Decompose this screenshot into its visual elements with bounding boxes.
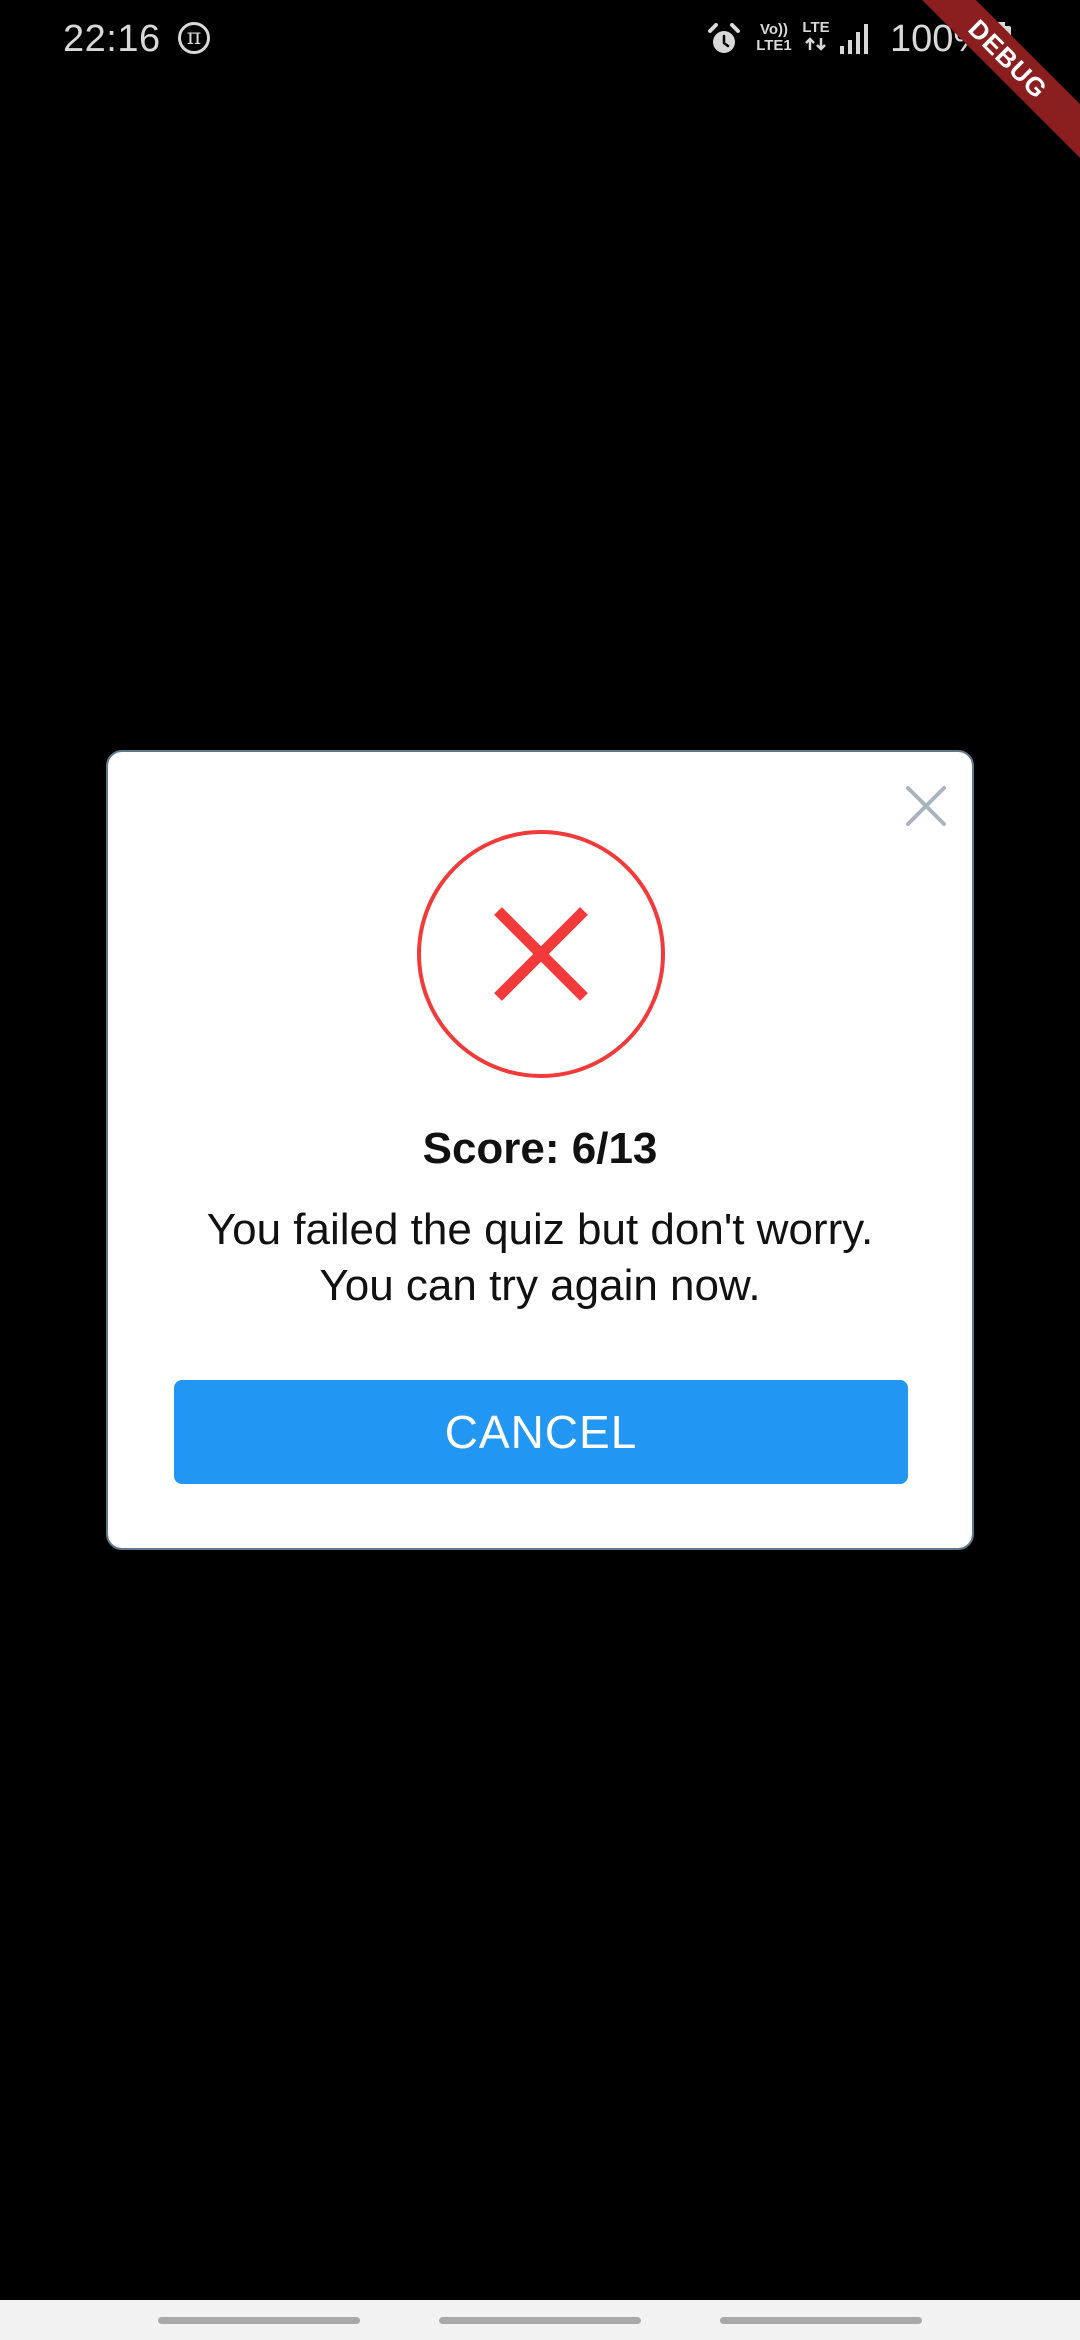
fail-x-icon xyxy=(417,830,665,1078)
message-line-1: You failed the quiz but don't worry. xyxy=(206,1205,874,1254)
recents-bar[interactable] xyxy=(158,2317,360,2324)
pi-icon: π xyxy=(178,22,210,54)
home-bar[interactable] xyxy=(439,2317,641,2324)
message-line-2: You can try again now. xyxy=(319,1261,761,1310)
result-message: You failed the quiz but don't worry. You… xyxy=(148,1202,932,1314)
screen: 22:16 π Vo)) LTE1 LTE 100% DEBUG Score: … xyxy=(0,0,1080,2340)
close-button[interactable] xyxy=(902,782,950,830)
volte-line1: Vo)) xyxy=(759,21,789,38)
close-icon xyxy=(906,786,946,826)
signal-icon xyxy=(840,24,868,54)
lte-icon: LTE xyxy=(798,20,834,56)
alarm-icon xyxy=(708,23,740,53)
quiz-result-dialog: Score: 6/13 You failed the quiz but don'… xyxy=(106,750,974,1550)
data-arrows-icon xyxy=(805,37,826,51)
status-time: 22:16 xyxy=(63,18,161,60)
lte-label: LTE xyxy=(802,19,830,36)
status-bar: 22:16 π Vo)) LTE1 LTE 100% xyxy=(0,0,1080,84)
cancel-button[interactable]: CANCEL xyxy=(174,1380,908,1484)
back-bar[interactable] xyxy=(720,2317,922,2324)
volte-icon: Vo)) LTE1 xyxy=(754,22,794,54)
volte-line2: LTE1 xyxy=(756,37,792,54)
score-text: Score: 6/13 xyxy=(422,1124,658,1173)
gesture-nav-bar xyxy=(0,2300,1080,2340)
